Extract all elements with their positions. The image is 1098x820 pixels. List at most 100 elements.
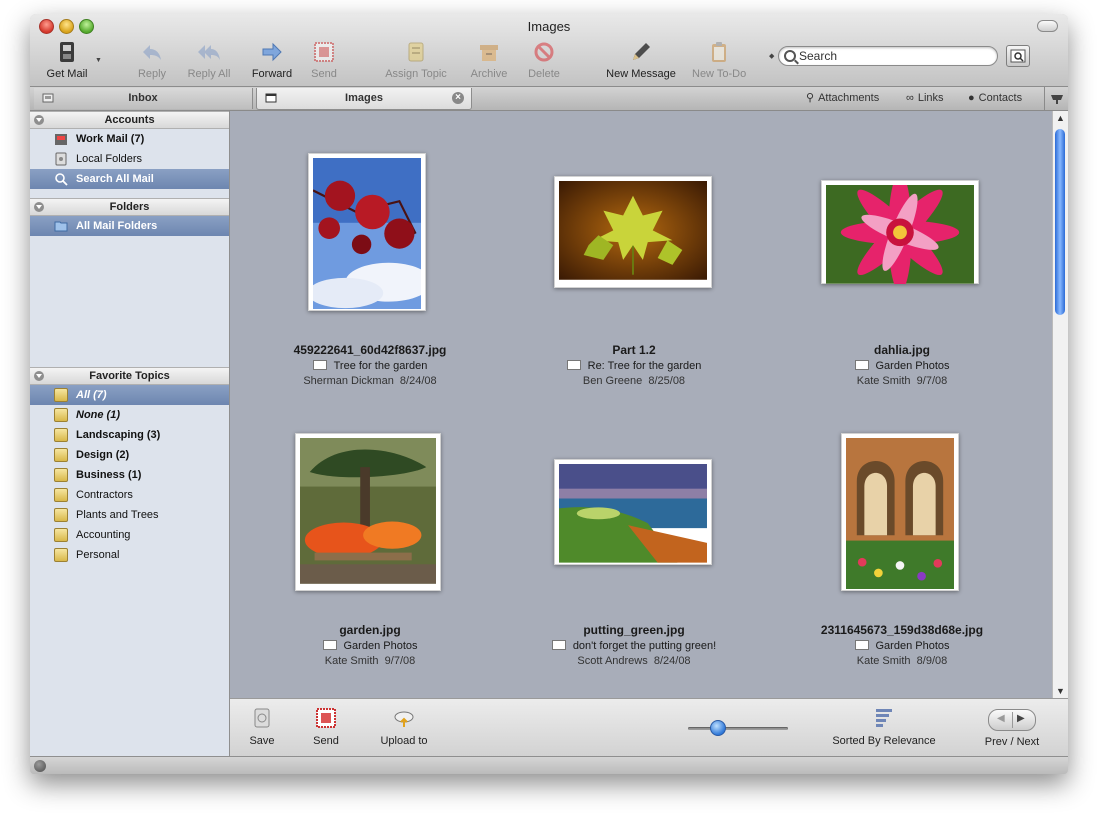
toolbar-toggle-button[interactable] (1037, 20, 1058, 32)
disclosure-triangle-icon[interactable] (34, 202, 44, 212)
image-subject[interactable]: Garden Photos (762, 360, 1042, 372)
window-icon (265, 93, 277, 103)
alhambra-garden-photo (846, 438, 954, 590)
links-link[interactable]: ∞ Links (906, 88, 944, 109)
image-subject-text: Tree for the garden (333, 360, 428, 372)
envelope-icon (551, 640, 566, 650)
image-thumbnail[interactable] (554, 176, 712, 288)
scrollbar-thumb[interactable] (1055, 129, 1065, 315)
image-thumbnail[interactable] (841, 433, 959, 591)
image-filename[interactable]: 459222641_60d42f8637.jpg (230, 343, 510, 357)
image-thumbnail[interactable] (295, 433, 441, 591)
sidebar-item-topic-none[interactable]: None (1) (30, 405, 229, 425)
send-attachment-button[interactable]: Send (308, 707, 344, 747)
sidebar-item-topic-personal[interactable]: Personal (30, 545, 229, 565)
accounts-header-label: Accounts (104, 114, 155, 126)
sidebar-item-topic-design[interactable]: Design (2) (30, 445, 229, 465)
search-options-arrow-icon[interactable]: ◆ (769, 52, 774, 60)
sidebar-item-search-all-mail[interactable]: Search All Mail (30, 169, 229, 189)
sidebar-item-work-mail[interactable]: Work Mail (7) (30, 129, 229, 149)
sidebar-item-label: Work Mail (7) (76, 133, 145, 145)
image-thumbnail[interactable] (554, 459, 712, 565)
scroll-down-arrow-icon[interactable]: ▼ (1056, 686, 1065, 696)
person-icon: ● (968, 92, 975, 104)
image-subject[interactable]: Garden Photos (762, 640, 1042, 652)
assign-topic-button[interactable]: Assign Topic (380, 40, 452, 82)
thumbnail-size-slider[interactable] (688, 727, 788, 730)
next-arrow-icon[interactable]: ▶ (1017, 713, 1025, 724)
image-subject-text: Garden Photos (343, 640, 418, 652)
sort-menu-button[interactable]: Sorted By Relevance (828, 707, 940, 747)
image-filename[interactable]: Part 1.2 (494, 343, 774, 357)
prev-next-control[interactable]: ◀ ▶ (988, 709, 1036, 731)
image-filename[interactable]: 2311645673_159d38d68e.jpg (762, 623, 1042, 637)
sidebar-item-local-folders[interactable]: Local Folders (30, 149, 229, 169)
sidebar-item-topic-all[interactable]: All (7) (30, 385, 229, 405)
prev-arrow-icon[interactable]: ◀ (997, 713, 1005, 724)
scroll-up-arrow-icon[interactable]: ▲ (1056, 113, 1065, 123)
sidebar-item-topic-plants-and-trees[interactable]: Plants and Trees (30, 505, 229, 525)
contacts-link[interactable]: ● Contacts (968, 88, 1022, 109)
new-todo-label: New To-Do (692, 68, 747, 80)
image-subject[interactable]: Tree for the garden (230, 360, 510, 372)
disclosure-triangle-icon[interactable] (34, 115, 44, 125)
tab-inbox[interactable]: Inbox (34, 88, 253, 109)
image-filename[interactable]: dahlia.jpg (762, 343, 1042, 357)
image-filename[interactable]: putting_green.jpg (494, 623, 774, 637)
search-field[interactable] (778, 46, 998, 66)
pen-icon (633, 43, 650, 60)
send-label: Send (311, 68, 337, 80)
sidebar-item-topic-landscaping[interactable]: Landscaping (3) (30, 425, 229, 445)
envelope-icon (322, 640, 337, 650)
get-mail-button[interactable]: Get Mail (42, 40, 92, 82)
new-message-button[interactable]: New Message (602, 40, 680, 82)
image-subject[interactable]: don't forget the putting green! (494, 640, 774, 652)
image-sender-date: Ben Greene 8/25/08 (582, 375, 686, 387)
sidebar-item-topic-contractors[interactable]: Contractors (30, 485, 229, 505)
save-button[interactable]: Save (244, 707, 280, 747)
close-tab-icon[interactable]: × (452, 92, 464, 104)
envelope-icon (566, 360, 581, 370)
reply-all-button[interactable]: Reply All (182, 40, 236, 82)
advanced-search-button[interactable] (1006, 45, 1030, 67)
favorite-topics-header[interactable]: Favorite Topics (30, 367, 229, 385)
image-thumbnail[interactable] (821, 180, 979, 284)
reply-arrow-icon (143, 45, 161, 60)
reply-button[interactable]: Reply (130, 40, 174, 82)
forward-button[interactable]: Forward (248, 40, 296, 82)
toolbar: Images Get Mail ▼ Reply Reply All Forwar… (30, 14, 1068, 87)
get-mail-menu-arrow-icon[interactable]: ▼ (95, 57, 102, 64)
globe-icon[interactable] (34, 760, 46, 772)
archive-label: Archive (470, 68, 508, 80)
image-sender-date: Kate Smith 8/9/08 (856, 655, 948, 667)
accounts-header[interactable]: Accounts (30, 111, 229, 129)
advanced-search-icon (1010, 49, 1026, 63)
send-button[interactable]: Send (306, 40, 342, 82)
new-todo-button[interactable]: New To-Do (692, 40, 746, 82)
image-subject[interactable]: Re: Tree for the garden (494, 360, 774, 372)
paperclip-icon: ⚲ (806, 92, 815, 104)
vertical-scrollbar[interactable]: ▲ ▼ (1052, 111, 1068, 698)
upload-to-button[interactable]: Upload to (374, 707, 434, 747)
sidebar-toggle-button[interactable] (1044, 87, 1068, 110)
image-thumbnail[interactable] (308, 153, 426, 311)
tab-images[interactable]: Images × (256, 88, 472, 110)
sidebar-item-topic-business[interactable]: Business (1) (30, 465, 229, 485)
save-label: Save (249, 735, 275, 747)
thumbnail-size-slider-knob[interactable] (710, 720, 726, 736)
image-filename[interactable]: garden.jpg (230, 623, 510, 637)
disclosure-triangle-icon[interactable] (34, 371, 44, 381)
topic-icon (54, 388, 68, 402)
local-folders-icon (55, 152, 67, 166)
reply-all-icon (198, 45, 220, 60)
delete-button[interactable]: Delete (524, 40, 564, 82)
archive-button[interactable]: Archive (466, 40, 512, 82)
folders-header[interactable]: Folders (30, 198, 229, 216)
sidebar-item-topic-accounting[interactable]: Accounting (30, 525, 229, 545)
magnifier-icon (55, 173, 68, 186)
sidebar-item-all-mail-folders[interactable]: All Mail Folders (30, 216, 229, 236)
image-subject[interactable]: Garden Photos (230, 640, 510, 652)
envelope-icon (854, 640, 869, 650)
search-input[interactable] (799, 48, 984, 64)
attachments-link[interactable]: ⚲ Attachments (806, 88, 879, 109)
